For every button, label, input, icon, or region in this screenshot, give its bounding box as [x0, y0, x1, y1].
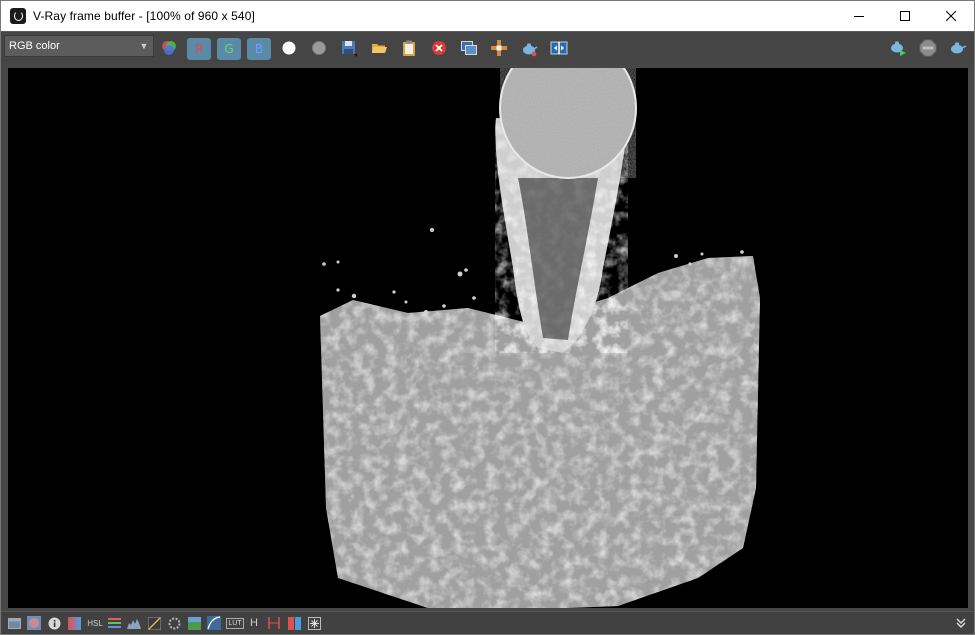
markers-icon[interactable]	[267, 616, 281, 630]
curve-icon[interactable]	[207, 616, 221, 630]
window-controls	[836, 1, 974, 31]
info-icon[interactable]	[47, 616, 61, 630]
color-channels-icon[interactable]	[158, 37, 180, 59]
white-dot-icon[interactable]	[278, 37, 300, 59]
track-mouse-icon[interactable]	[488, 37, 510, 59]
render-area	[1, 65, 974, 610]
render-region-icon[interactable]	[947, 37, 969, 59]
render-teapot-icon[interactable]	[518, 37, 540, 59]
close-button[interactable]	[928, 1, 974, 31]
water-splash-render	[8, 68, 968, 608]
curves-icon[interactable]	[147, 616, 161, 630]
compare-icon[interactable]	[548, 37, 570, 59]
lut-label: LUT	[226, 617, 244, 629]
split-icon[interactable]	[287, 616, 301, 630]
window-title: V-Ray frame buffer - [100% of 960 x 540]	[33, 9, 255, 23]
globe-icon[interactable]	[27, 616, 41, 630]
panel-icon[interactable]	[7, 616, 21, 630]
expand-icon[interactable]	[954, 616, 968, 630]
rendered-image[interactable]	[8, 68, 968, 608]
image-icon[interactable]	[187, 616, 201, 630]
minimize-icon	[854, 16, 864, 17]
clear-icon[interactable]	[428, 37, 450, 59]
toolbar: RGB color ▼ R G B	[1, 31, 974, 65]
gradient-icon[interactable]	[67, 616, 81, 630]
vray-app-icon[interactable]	[10, 8, 26, 24]
stop-icon[interactable]	[917, 37, 939, 59]
hsl-icon[interactable]: HSL	[87, 616, 103, 630]
title-bar[interactable]: V-Ray frame buffer - [100% of 960 x 540]	[1, 1, 974, 31]
grey-dot-icon[interactable]	[308, 37, 330, 59]
histogram-icon[interactable]	[127, 616, 141, 630]
maximize-button[interactable]	[882, 1, 928, 31]
status-bar: HSL LUT H	[1, 611, 974, 634]
levels-icon[interactable]	[107, 616, 121, 630]
h-icon[interactable]: H	[247, 616, 261, 630]
chevron-down-icon[interactable]: ▼	[135, 36, 153, 56]
channel-select[interactable]: RGB color ▼	[4, 35, 154, 57]
open-folder-icon[interactable]	[368, 37, 390, 59]
b-channel-button[interactable]: B	[247, 38, 271, 60]
close-icon	[946, 11, 956, 21]
lut-icon[interactable]: LUT	[226, 616, 244, 630]
g-channel-button[interactable]: G	[217, 38, 241, 60]
maximize-icon	[900, 11, 910, 21]
minimize-button[interactable]	[836, 1, 882, 31]
r-channel-button[interactable]: R	[187, 38, 211, 60]
settings-icon[interactable]	[167, 616, 181, 630]
channel-select-value: RGB color	[9, 40, 60, 52]
vfb-window: V-Ray frame buffer - [100% of 960 x 540]…	[0, 0, 975, 635]
save-icon[interactable]	[338, 37, 360, 59]
sparkle-icon[interactable]	[307, 616, 321, 630]
render-start-icon[interactable]	[887, 37, 909, 59]
clipboard-icon[interactable]	[398, 37, 420, 59]
duplicate-icon[interactable]	[458, 37, 480, 59]
